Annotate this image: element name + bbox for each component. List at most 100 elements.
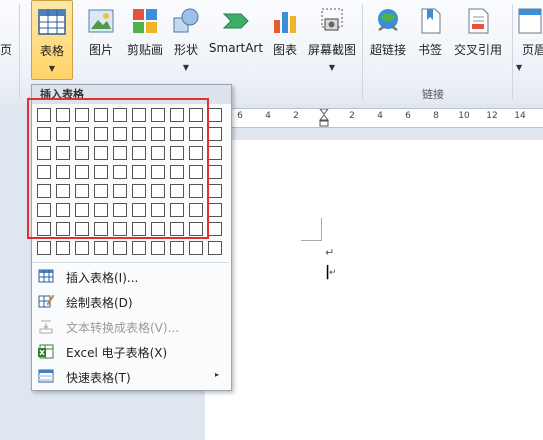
- header-button[interactable]: 页眉 ▼: [516, 0, 543, 80]
- grid-cell[interactable]: [37, 222, 51, 236]
- grid-cell[interactable]: [151, 241, 165, 255]
- grid-cell[interactable]: [132, 203, 146, 217]
- grid-cell[interactable]: [151, 108, 165, 122]
- grid-cell[interactable]: [132, 165, 146, 179]
- grid-cell[interactable]: [132, 184, 146, 198]
- grid-cell[interactable]: [37, 241, 51, 255]
- grid-cell[interactable]: [151, 127, 165, 141]
- grid-cell[interactable]: [151, 146, 165, 160]
- horizontal-ruler[interactable]: 6 4 2 2 4 6 8 10 12 14: [205, 108, 543, 128]
- picture-button[interactable]: 图片: [80, 0, 122, 80]
- grid-cell[interactable]: [94, 146, 108, 160]
- grid-cell[interactable]: [170, 108, 184, 122]
- grid-cell[interactable]: [170, 222, 184, 236]
- grid-cell[interactable]: [94, 222, 108, 236]
- menu-item[interactable]: 插入表格(I)...: [32, 264, 229, 288]
- grid-cell[interactable]: [170, 184, 184, 198]
- menu-item[interactable]: 绘制表格(D): [32, 289, 229, 313]
- grid-cell[interactable]: [170, 241, 184, 255]
- indent-marker-icon[interactable]: [319, 109, 329, 127]
- grid-cell[interactable]: [75, 108, 89, 122]
- grid-cell[interactable]: [151, 203, 165, 217]
- grid-cell[interactable]: [113, 146, 127, 160]
- grid-cell[interactable]: [208, 108, 222, 122]
- grid-cell[interactable]: [132, 222, 146, 236]
- grid-cell[interactable]: [151, 165, 165, 179]
- grid-cell[interactable]: [37, 146, 51, 160]
- grid-cell[interactable]: [170, 165, 184, 179]
- grid-cell[interactable]: [56, 241, 70, 255]
- cross-reference-button[interactable]: 交叉引用: [452, 0, 504, 80]
- grid-cell[interactable]: [189, 127, 203, 141]
- bookmark-button[interactable]: 书签: [411, 0, 449, 80]
- grid-cell[interactable]: [113, 184, 127, 198]
- grid-cell[interactable]: [151, 222, 165, 236]
- grid-cell[interactable]: [94, 127, 108, 141]
- menu-item-label: 绘制表格(D): [66, 296, 133, 310]
- grid-cell[interactable]: [189, 146, 203, 160]
- grid-cell[interactable]: [75, 241, 89, 255]
- clip-art-button[interactable]: 剪贴画: [124, 0, 166, 80]
- grid-cell[interactable]: [113, 108, 127, 122]
- document-page[interactable]: ↵ | ↵: [205, 140, 543, 440]
- grid-cell[interactable]: [56, 203, 70, 217]
- grid-cell[interactable]: [208, 203, 222, 217]
- grid-cell[interactable]: [94, 203, 108, 217]
- grid-cell[interactable]: [56, 108, 70, 122]
- grid-cell[interactable]: [37, 203, 51, 217]
- grid-cell[interactable]: [208, 127, 222, 141]
- grid-cell[interactable]: [56, 146, 70, 160]
- partial-page-button-label[interactable]: 页: [0, 41, 12, 58]
- menu-item[interactable]: 快速表格(T) ▸: [32, 364, 229, 388]
- grid-cell[interactable]: [75, 146, 89, 160]
- table-button[interactable]: 表格 ▼: [31, 0, 73, 80]
- grid-cell[interactable]: [75, 165, 89, 179]
- shapes-button[interactable]: 形状 ▼: [165, 0, 207, 80]
- grid-cell[interactable]: [94, 165, 108, 179]
- grid-cell[interactable]: [189, 108, 203, 122]
- grid-cell[interactable]: [75, 222, 89, 236]
- grid-cell[interactable]: [132, 127, 146, 141]
- grid-cell[interactable]: [113, 165, 127, 179]
- smartart-button[interactable]: SmartArt: [208, 0, 264, 80]
- grid-cell[interactable]: [189, 184, 203, 198]
- grid-cell[interactable]: [132, 241, 146, 255]
- grid-cell[interactable]: [37, 184, 51, 198]
- grid-cell[interactable]: [132, 146, 146, 160]
- grid-cell[interactable]: [170, 127, 184, 141]
- grid-cell[interactable]: [208, 222, 222, 236]
- grid-cell[interactable]: [170, 146, 184, 160]
- grid-cell[interactable]: [189, 222, 203, 236]
- grid-cell[interactable]: [37, 108, 51, 122]
- grid-cell[interactable]: [56, 165, 70, 179]
- grid-cell[interactable]: [56, 222, 70, 236]
- chart-button[interactable]: 图表: [265, 0, 305, 80]
- grid-cell[interactable]: [56, 127, 70, 141]
- grid-cell[interactable]: [132, 108, 146, 122]
- grid-cell[interactable]: [75, 184, 89, 198]
- grid-cell[interactable]: [113, 203, 127, 217]
- grid-cell[interactable]: [189, 203, 203, 217]
- grid-cell[interactable]: [37, 165, 51, 179]
- grid-cell[interactable]: [113, 127, 127, 141]
- grid-cell[interactable]: [189, 241, 203, 255]
- grid-cell[interactable]: [75, 127, 89, 141]
- grid-cell[interactable]: [113, 222, 127, 236]
- grid-cell[interactable]: [75, 203, 89, 217]
- grid-cell[interactable]: [94, 241, 108, 255]
- grid-cell[interactable]: [170, 203, 184, 217]
- grid-cell[interactable]: [208, 165, 222, 179]
- grid-cell[interactable]: [94, 184, 108, 198]
- grid-cell[interactable]: [208, 241, 222, 255]
- screenshot-button[interactable]: 屏幕截图 ▼: [306, 0, 358, 80]
- grid-cell[interactable]: [56, 184, 70, 198]
- grid-cell[interactable]: [151, 184, 165, 198]
- grid-cell[interactable]: [94, 108, 108, 122]
- grid-cell[interactable]: [113, 241, 127, 255]
- grid-cell[interactable]: [37, 127, 51, 141]
- grid-cell[interactable]: [208, 184, 222, 198]
- menu-item[interactable]: Excel 电子表格(X): [32, 339, 229, 363]
- grid-cell[interactable]: [208, 146, 222, 160]
- grid-cell[interactable]: [189, 165, 203, 179]
- hyperlink-button[interactable]: 超链接: [366, 0, 410, 80]
